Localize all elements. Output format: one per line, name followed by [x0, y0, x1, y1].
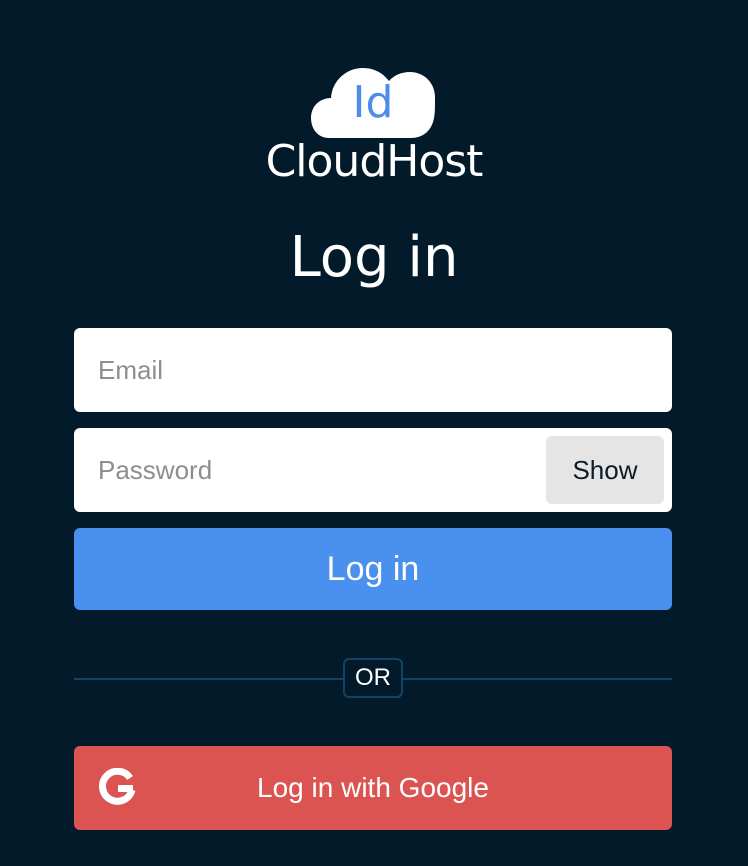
show-password-button[interactable]: Show: [546, 436, 664, 504]
google-login-label: Log in with Google: [257, 772, 489, 803]
google-login-button[interactable]: Log in with Google: [74, 746, 672, 830]
page-title: Log in: [289, 225, 459, 290]
login-button[interactable]: Log in: [74, 528, 672, 610]
email-field-container: [74, 328, 672, 412]
email-input[interactable]: [74, 328, 672, 412]
or-divider-label: OR: [343, 658, 403, 698]
cloud-logo-text: Id: [352, 77, 394, 128]
brand-name: CloudHost: [265, 136, 484, 187]
password-field-container: Show: [74, 428, 672, 512]
